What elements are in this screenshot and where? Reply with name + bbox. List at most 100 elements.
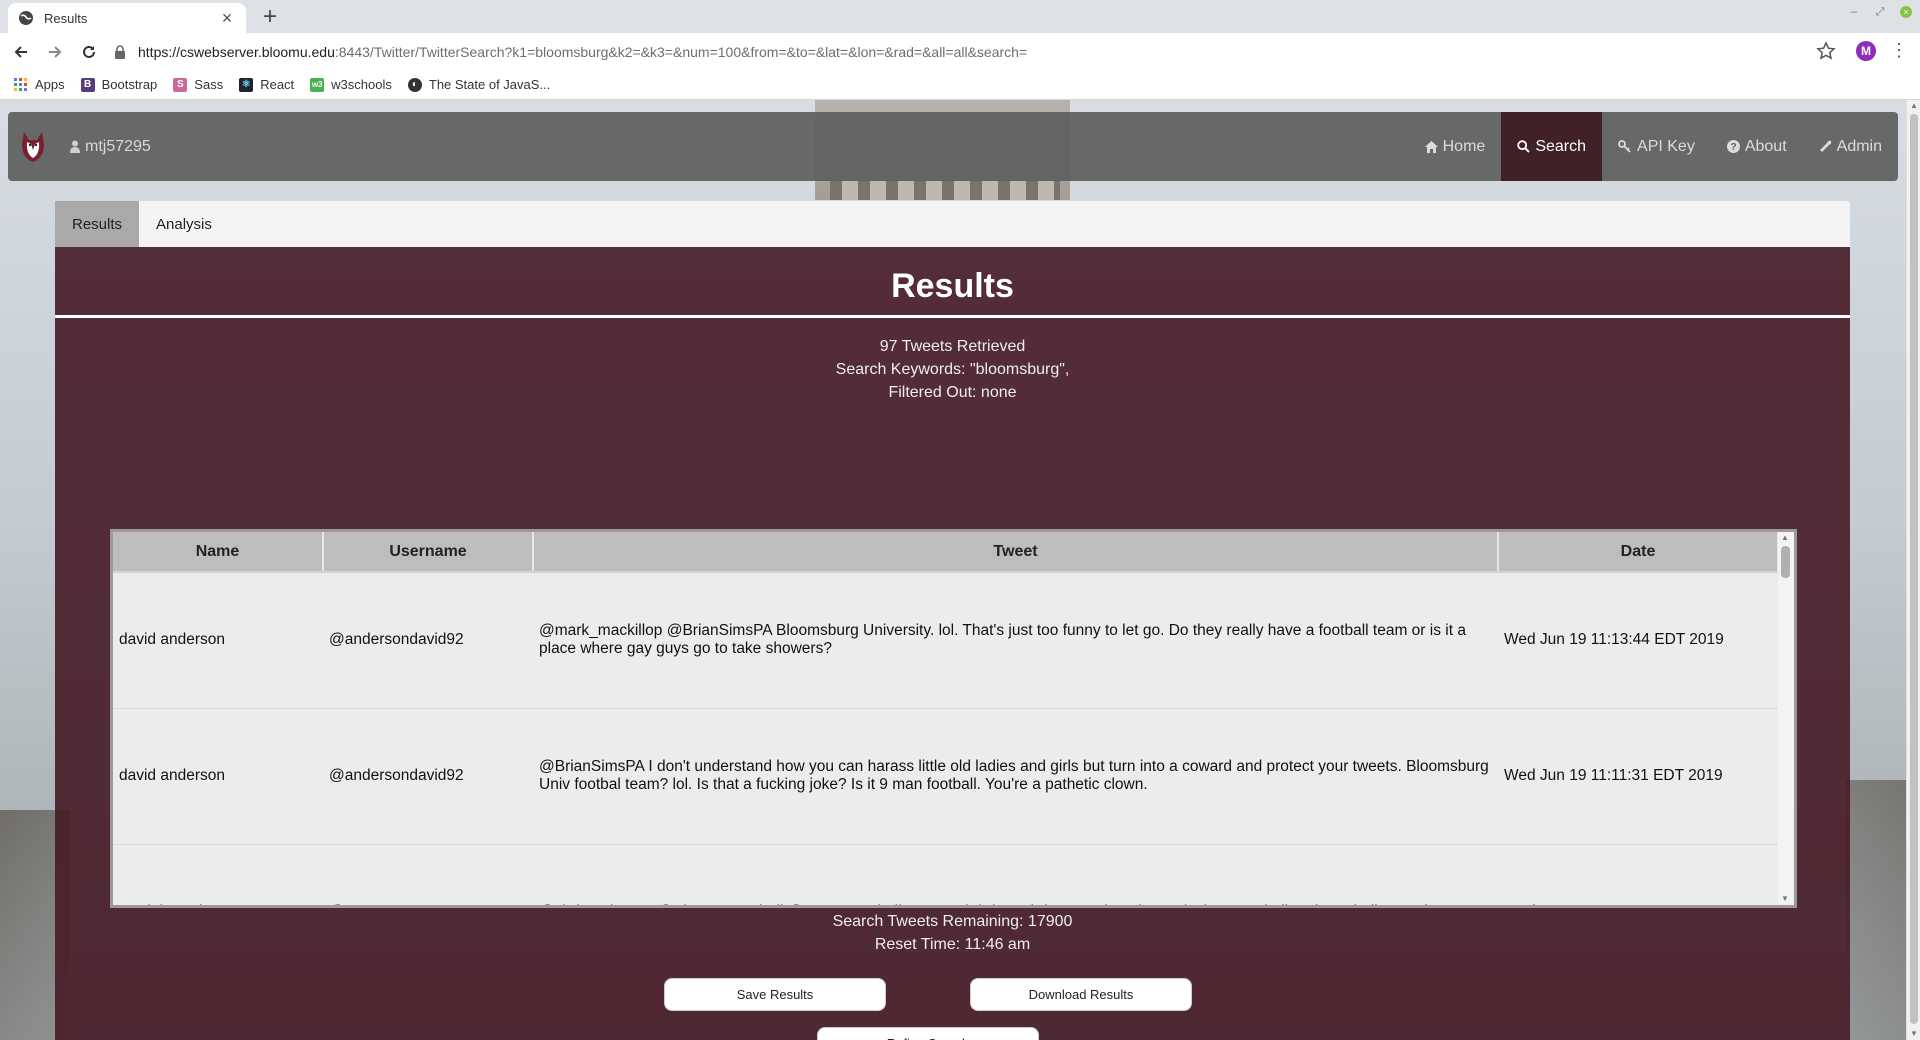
nav-search-label: Search [1535,137,1587,155]
nav-search[interactable]: Search [1501,112,1603,181]
current-user: mtj57295 [70,112,151,181]
reset-time: Reset Time: 11:46 am [874,936,1031,953]
cell-tweet: @BrianSimsPA I don't understand how you … [533,708,1498,845]
table-row: Daniel McCl... @AnyDanD... @chris__dare1… [113,844,1778,905]
browser-menu-icon[interactable]: ⋮ [1890,41,1908,61]
window-controls: – ⤢ × [1848,6,1912,18]
col-header-tweet[interactable]: Tweet [533,532,1499,573]
bookmark-sass[interactable]: S Sass [173,77,223,92]
page-scroll-thumb[interactable] [1910,114,1918,1024]
minimize-icon[interactable]: – [1848,6,1860,18]
restore-icon[interactable]: ⤢ [1874,6,1886,18]
results-table-container[interactable]: Name Username Tweet Date david anderson … [110,529,1797,908]
nav-admin[interactable]: Admin [1803,112,1898,181]
forward-button[interactable] [42,39,68,65]
bookmarks-bar: Apps B Bootstrap S Sass ⚛ React w3 w3sch… [0,70,1920,100]
nav-about[interactable]: ? About [1711,112,1803,181]
table-row: david anderson @andersondavid92 @mark_ma… [113,572,1778,709]
bookmark-label: React [260,77,295,92]
browser-tabstrip: Results × + – ⤢ × [0,0,1920,33]
nav-links: Home Search API Key ? About Admin [1409,112,1898,181]
tab-title: Results [44,10,88,26]
bookmark-apps[interactable]: Apps [14,77,65,92]
reload-button[interactable] [76,39,102,65]
title-divider [55,315,1850,318]
question-circle-icon: ? [1726,140,1740,153]
lock-icon [115,44,125,59]
table-scroll-thumb[interactable] [1781,546,1790,578]
close-window-icon[interactable]: × [1900,6,1912,18]
cell-username: @andersondavid92 [323,572,533,709]
download-results-button[interactable]: Download Results [970,978,1192,1011]
page-scroll-up-icon[interactable]: ▲ [1907,100,1920,112]
app-navbar: mtj57295 Home Search API Key ? About Adm… [8,112,1898,181]
col-header-username[interactable]: Username [323,532,534,573]
sass-icon: S [173,77,188,92]
tweets-remaining: Search Tweets Remaining: 17900 [832,913,1073,930]
arrow-right-icon [49,45,62,58]
table-scrollbar[interactable]: ▲ ▼ [1778,532,1794,905]
url-host: https://cswebserver.bloomu.edu [138,43,335,60]
bookmark-bootstrap[interactable]: B Bootstrap [80,77,158,92]
search-icon [1517,140,1531,153]
cell-date: Wed Jun 19 10:36:25 EDT 2019 [1498,844,1778,905]
filtered-out: Filtered Out: none [888,384,1017,401]
browser-tab[interactable]: Results × [8,3,246,33]
w3schools-icon: w3 [310,77,325,92]
cell-username: @AnyDanD... [323,844,533,905]
col-header-date[interactable]: Date [1498,532,1779,573]
table-row: david anderson @andersondavid92 @BrianSi… [113,708,1778,845]
cell-name: Daniel McCl... [113,844,323,905]
bookmark-label: Bootstrap [101,77,158,92]
profile-avatar[interactable]: M [1856,41,1876,61]
results-summary: 97 Tweets Retrieved Search Keywords: "bl… [55,335,1850,404]
arrow-left-icon [14,45,27,58]
search-keywords: Search Keywords: "bloomsburg", [835,361,1070,378]
results-panel: Results 97 Tweets Retrieved Search Keywo… [55,247,1850,1040]
background-tower-ornament [830,180,1060,200]
refine-search-button[interactable]: Refine Search [817,1027,1039,1040]
page-viewport: mtj57295 Home Search API Key ? About Adm… [0,100,1906,1040]
bootstrap-icon: B [80,77,95,92]
bookmark-star-icon[interactable] [1816,41,1836,61]
bookmark-state-of-js[interactable]: ◐ The State of JavaS... [407,77,551,92]
nav-admin-label: Admin [1836,137,1882,155]
tab-analysis[interactable]: Analysis [139,201,229,247]
back-button[interactable] [8,39,34,65]
globe-icon [19,11,33,25]
nav-api-key[interactable]: API Key [1602,112,1711,181]
address-bar[interactable]: https://cswebserver.bloomu.edu:8443/Twit… [112,37,1852,66]
page-scroll-down-icon[interactable]: ▼ [1907,1028,1920,1040]
browser-toolbar: https://cswebserver.bloomu.edu:8443/Twit… [0,33,1920,70]
bookmark-react[interactable]: ⚛ React [239,77,294,92]
col-header-name[interactable]: Name [113,532,324,573]
save-results-button[interactable]: Save Results [664,978,886,1011]
new-tab-button[interactable]: + [258,4,282,30]
user-icon [70,140,80,153]
cell-date: Wed Jun 19 11:13:44 EDT 2019 [1498,572,1778,709]
cell-name: david anderson [113,708,323,845]
key-icon [1618,140,1631,153]
cell-tweet: @mark_mackillop @BrianSimsPA Bloomsburg … [533,572,1498,709]
husky-logo-icon[interactable] [8,112,58,181]
tab-results[interactable]: Results [55,201,140,247]
cell-name: david anderson [113,572,323,709]
content-tabs: Results Analysis [55,201,1850,247]
globe-icon: ◐ [407,77,422,92]
scroll-up-icon[interactable]: ▲ [1778,532,1792,544]
wrench-icon [1819,140,1831,152]
nav-api-key-label: API Key [1637,137,1695,155]
username-label: mtj57295 [85,137,151,155]
react-icon: ⚛ [239,77,254,92]
nav-home[interactable]: Home [1409,112,1502,181]
page-title: Results [891,267,1014,305]
apps-grid-icon [14,77,28,92]
bookmark-label: w3schools [331,77,392,92]
scroll-down-icon[interactable]: ▼ [1778,893,1792,905]
tweets-retrieved-count: 97 Tweets Retrieved [879,338,1026,355]
bookmark-label: The State of JavaS... [428,77,551,92]
close-tab-icon[interactable]: × [218,9,236,27]
background-tree-right [1846,780,1906,1040]
bookmark-w3schools[interactable]: w3 w3schools [310,77,392,92]
page-scrollbar[interactable]: ▲ ▼ [1906,100,1920,1040]
